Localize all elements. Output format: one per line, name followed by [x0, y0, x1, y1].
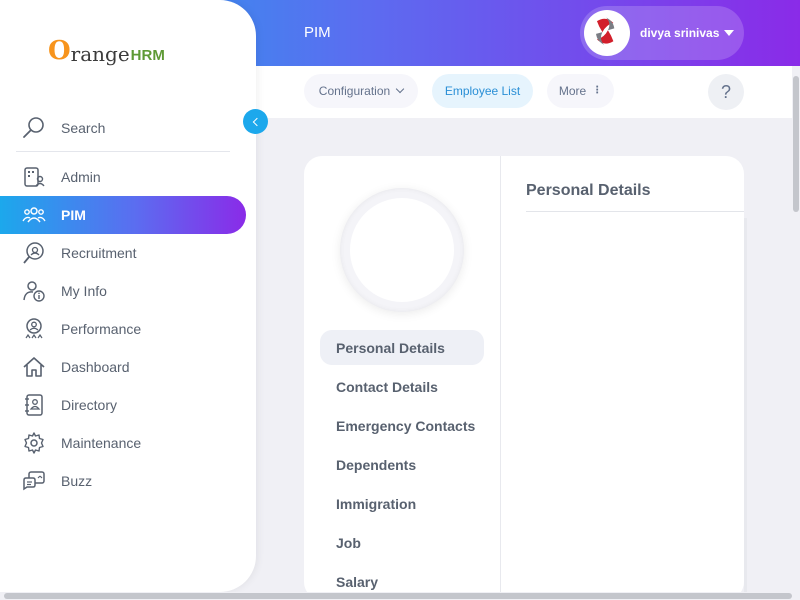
home-icon	[22, 355, 46, 379]
right-panel-edge	[744, 218, 747, 600]
sidebar: Orange HRM Search Admin PIM Recruitment M…	[0, 0, 256, 592]
employee-photo[interactable]	[340, 188, 464, 312]
help-button[interactable]: ?	[708, 74, 744, 110]
sidebar-item-label: PIM	[61, 207, 86, 223]
logo-range: range	[70, 42, 130, 66]
more-label: More	[558, 84, 587, 98]
tab-dependents[interactable]: Dependents	[320, 447, 484, 482]
sidebar-item-performance[interactable]: Performance	[0, 310, 246, 348]
employee-list-label: Employee List	[444, 84, 521, 98]
caret-down-icon	[724, 30, 735, 36]
top-menu-bar: Configuration Employee List More ⋮ ?	[256, 66, 800, 118]
recruitment-icon	[22, 241, 46, 265]
user-info-icon	[22, 279, 46, 303]
horizontal-scrollbar[interactable]	[4, 593, 792, 599]
more-menu[interactable]: More ⋮	[547, 74, 614, 108]
sidebar-item-dashboard[interactable]: Dashboard	[0, 348, 246, 386]
sidebar-item-maintenance[interactable]: Maintenance	[0, 424, 246, 462]
employee-photo-inner	[350, 198, 454, 302]
search-label: Search	[61, 119, 106, 136]
sidebar-item-pim[interactable]: PIM	[0, 196, 246, 234]
vertical-scrollbar[interactable]	[793, 76, 799, 212]
gear-icon	[22, 431, 46, 455]
search-icon	[22, 116, 46, 140]
admin-icon	[22, 165, 46, 189]
buzz-icon	[22, 469, 46, 493]
sidebar-item-my-info[interactable]: My Info	[0, 272, 246, 310]
kebab-menu-icon: ⋮	[592, 85, 603, 96]
sidebar-item-label: Recruitment	[61, 245, 137, 261]
sidebar-item-admin[interactable]: Admin	[0, 158, 246, 196]
card-divider	[500, 156, 501, 600]
sidebar-item-directory[interactable]: Directory	[0, 386, 246, 424]
module-title: PIM	[304, 24, 331, 41]
tab-emergency-contacts[interactable]: Emergency Contacts	[320, 408, 484, 443]
tab-personal-details[interactable]: Personal Details	[320, 330, 484, 365]
sidebar-collapse-button[interactable]	[243, 109, 268, 134]
avatar	[584, 10, 630, 56]
people-icon	[22, 203, 46, 227]
directory-icon	[22, 393, 46, 417]
section-title: Personal Details	[526, 182, 651, 199]
configuration-menu[interactable]: Configuration	[304, 74, 418, 108]
sidebar-search[interactable]: Search	[16, 104, 230, 152]
sidebar-item-label: Buzz	[61, 473, 93, 489]
performance-icon	[22, 317, 46, 341]
sidebar-item-recruitment[interactable]: Recruitment	[0, 234, 246, 272]
sidebar-item-label: Directory	[61, 397, 118, 413]
tab-immigration[interactable]: Immigration	[320, 486, 484, 521]
logo-hrm: HRM	[130, 47, 165, 64]
user-name: divya srinivas	[640, 26, 720, 40]
section-divider	[526, 211, 744, 212]
tab-contact-details[interactable]: Contact Details	[320, 369, 484, 404]
sidebar-item-label: My Info	[61, 283, 107, 299]
sidebar-item-label: Maintenance	[61, 435, 142, 451]
sidebar-item-label: Admin	[61, 169, 101, 185]
employee-list-tab[interactable]: Employee List	[432, 74, 533, 108]
user-dropdown[interactable]: divya srinivas	[580, 6, 744, 60]
orangehrm-logo: Orange HRM	[48, 30, 165, 66]
sidebar-item-label: Performance	[61, 321, 142, 337]
chevron-left-icon	[252, 117, 261, 126]
sidebar-item-buzz[interactable]: Buzz	[0, 462, 246, 500]
tab-job[interactable]: Job	[320, 525, 484, 560]
chevron-down-icon	[395, 84, 405, 94]
logo-o: O	[48, 36, 71, 66]
sidebar-item-label: Dashboard	[61, 359, 130, 375]
configuration-label: Configuration	[318, 84, 391, 98]
